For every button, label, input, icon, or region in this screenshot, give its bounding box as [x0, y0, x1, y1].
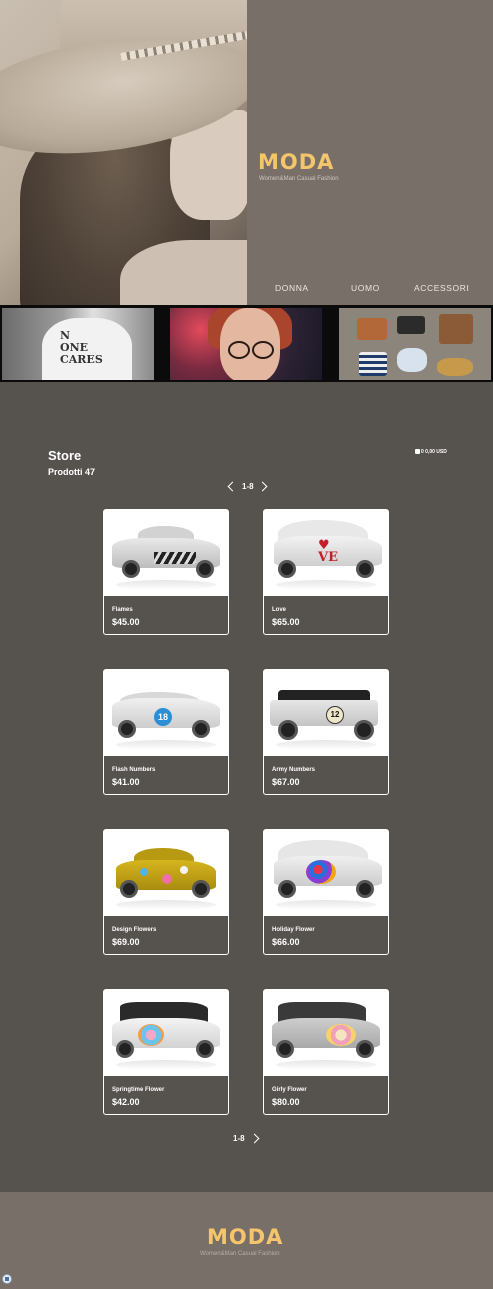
army-number-decal: 12 — [326, 706, 344, 724]
product-card-girly-flower[interactable]: Girly Flower $80.00 — [263, 989, 389, 1115]
flash-number-decal: 18 — [154, 708, 172, 726]
thumbnail-glasses-woman[interactable] — [170, 308, 322, 380]
product-price: $42.00 — [112, 1097, 140, 1107]
product-card-design-flowers[interactable]: Design Flowers $69.00 — [103, 829, 229, 955]
product-image[interactable]: ♥ VE — [264, 510, 388, 596]
product-image[interactable] — [104, 510, 228, 596]
footer-tagline: Women&Man Casual Fashion — [200, 1251, 280, 1257]
product-card-holiday-flower[interactable]: Holiday Flower $66.00 — [263, 829, 389, 955]
product-price: $45.00 — [112, 617, 140, 627]
cart-summary[interactable]: 0 0,00 USD — [414, 449, 447, 455]
product-card-flash-numbers[interactable]: 18 Flash Numbers $41.00 — [103, 669, 229, 795]
brand-logo[interactable]: MODA — [258, 150, 334, 174]
product-price: $41.00 — [112, 777, 140, 787]
product-count: Prodotti 47 — [48, 467, 96, 477]
product-name[interactable]: Holiday Flower — [272, 927, 315, 933]
product-price: $80.00 — [272, 1097, 300, 1107]
hero-banner: MODA Women&Man Casual Fashion DONNA UOMO… — [0, 0, 493, 305]
widget-badge-icon[interactable] — [2, 1274, 12, 1284]
product-price: $65.00 — [272, 617, 300, 627]
thumbnail-accessories[interactable] — [339, 308, 491, 380]
love-decal-text: VE — [318, 550, 338, 565]
product-image[interactable] — [104, 830, 228, 916]
product-price: $69.00 — [112, 937, 140, 947]
product-card-flames[interactable]: Flames $45.00 — [103, 509, 229, 635]
product-name[interactable]: Girly Flower — [272, 1087, 307, 1093]
hero-photo-woman-hat — [0, 0, 247, 305]
category-thumbnails: N ONE CARES — [0, 305, 493, 382]
page-range-bottom: 1-8 — [233, 1134, 245, 1143]
nav-accessori[interactable]: ACCESSORI — [414, 283, 469, 293]
product-card-springtime-flower[interactable]: Springtime Flower $42.00 — [103, 989, 229, 1115]
nav-donna[interactable]: DONNA — [275, 283, 309, 293]
cart-icon — [415, 449, 420, 455]
product-image[interactable] — [104, 990, 228, 1076]
thumbnail-tshirt[interactable]: N ONE CARES — [2, 308, 154, 380]
product-card-army-numbers[interactable]: 12 Army Numbers $67.00 — [263, 669, 389, 795]
footer-brand-logo[interactable]: MODA — [207, 1225, 283, 1249]
brand-tagline: Women&Man Casual Fashion — [259, 176, 339, 182]
product-name[interactable]: Flash Numbers — [112, 767, 155, 773]
product-name[interactable]: Flames — [112, 607, 133, 613]
product-card-love[interactable]: ♥ VE Love $65.00 — [263, 509, 389, 635]
product-image[interactable] — [264, 830, 388, 916]
product-image[interactable]: 18 — [104, 670, 228, 756]
product-name[interactable]: Love — [272, 607, 286, 613]
store-title: Store — [48, 448, 82, 463]
nav-uomo[interactable]: UOMO — [351, 283, 380, 293]
cart-total: 0 0,00 USD — [421, 449, 447, 455]
next-page-icon[interactable] — [257, 481, 268, 492]
product-name[interactable]: Springtime Flower — [112, 1087, 164, 1093]
product-name[interactable]: Army Numbers — [272, 767, 315, 773]
product-price: $66.00 — [272, 937, 300, 947]
product-image[interactable]: 12 — [264, 670, 388, 756]
product-image[interactable] — [264, 990, 388, 1076]
product-price: $67.00 — [272, 777, 300, 787]
next-page-bottom-icon[interactable] — [249, 1133, 260, 1144]
product-name[interactable]: Design Flowers — [112, 927, 156, 933]
prev-page-icon[interactable] — [227, 481, 238, 492]
page-range-top: 1-8 — [242, 482, 254, 491]
